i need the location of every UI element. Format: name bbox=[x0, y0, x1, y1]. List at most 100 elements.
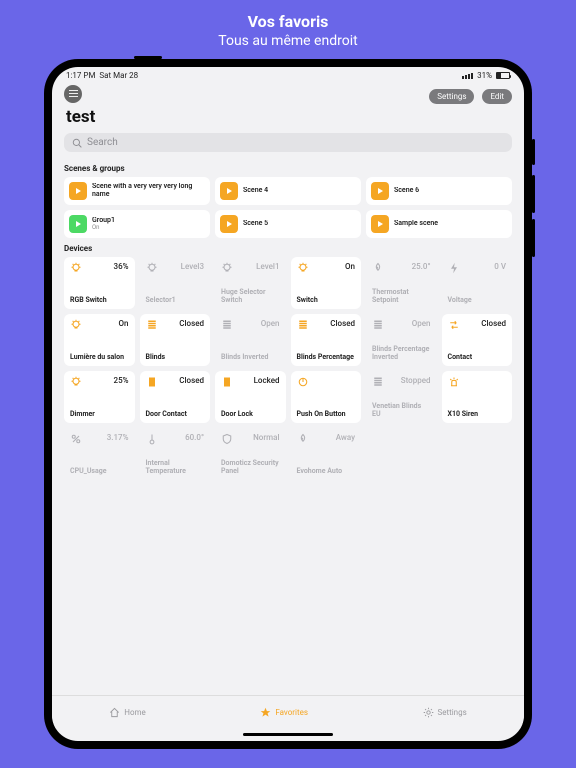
device-card[interactable]: 25.0° Thermostat Setpoint bbox=[366, 257, 437, 309]
scene-name: Scene 4 bbox=[243, 187, 268, 195]
device-card[interactable]: Locked Door Lock bbox=[215, 371, 286, 423]
tablet-frame: 1:17 PM Sat Mar 28 31% Settings Edit tes… bbox=[44, 59, 532, 749]
scene-name: Scene 6 bbox=[394, 187, 419, 195]
device-card[interactable]: Closed Contact bbox=[442, 314, 513, 366]
settings-button[interactable]: Settings bbox=[429, 89, 474, 104]
device-card[interactable]: Open Blinds Inverted bbox=[215, 314, 286, 366]
swap-icon bbox=[448, 319, 460, 331]
home-icon bbox=[109, 707, 120, 718]
scene-card[interactable]: Scene 4 bbox=[215, 177, 361, 205]
scene-card[interactable]: Sample scene bbox=[366, 210, 512, 238]
device-value: On bbox=[119, 319, 129, 328]
tab-bar: Home Favorites Settings bbox=[52, 695, 524, 729]
scene-card[interactable]: Scene 5 bbox=[215, 210, 361, 238]
device-name: X10 Siren bbox=[448, 410, 507, 418]
device-value: 0 V bbox=[494, 262, 506, 271]
device-name: Door Contact bbox=[146, 410, 205, 418]
scene-icon bbox=[220, 182, 238, 200]
device-value: 3.17% bbox=[107, 433, 129, 442]
device-card[interactable]: Away Evohome Auto bbox=[291, 428, 362, 480]
tab-favorites-label: Favorites bbox=[275, 708, 308, 717]
bulb-icon bbox=[70, 319, 82, 331]
blinds-icon bbox=[372, 376, 384, 388]
device-card[interactable]: 0 V Voltage bbox=[442, 257, 513, 309]
menu-button[interactable] bbox=[64, 85, 82, 103]
tab-home[interactable]: Home bbox=[109, 707, 146, 718]
status-date: Sat Mar 28 bbox=[99, 71, 138, 80]
scene-icon bbox=[371, 182, 389, 200]
battery-icon bbox=[496, 72, 510, 79]
promo-title: Vos favoris bbox=[218, 12, 357, 31]
device-name: Selector1 bbox=[146, 296, 205, 304]
siren-icon bbox=[448, 376, 460, 388]
device-value: Away bbox=[336, 433, 355, 442]
search-placeholder: Search bbox=[87, 137, 118, 148]
bolt-icon bbox=[448, 262, 460, 274]
device-name: CPU_Usage bbox=[70, 467, 129, 475]
device-card[interactable]: Stopped Venetian Blinds EU bbox=[366, 371, 437, 423]
section-devices: Devices bbox=[64, 244, 512, 253]
device-card[interactable]: X10 Siren bbox=[442, 371, 513, 423]
device-name: Blinds Percentage bbox=[297, 353, 356, 361]
device-value: 25% bbox=[114, 376, 129, 385]
scene-name: Scene with a very very very long name bbox=[92, 183, 205, 198]
tab-favorites[interactable]: Favorites bbox=[260, 707, 308, 718]
bulb-icon bbox=[70, 262, 82, 274]
device-name: Contact bbox=[448, 353, 507, 361]
scene-card[interactable]: Scene 6 bbox=[366, 177, 512, 205]
device-value: 36% bbox=[114, 262, 129, 271]
device-card[interactable]: Open Blinds Percentage Inverted bbox=[366, 314, 437, 366]
section-scenes: Scenes & groups bbox=[64, 164, 512, 173]
device-card[interactable]: On Lumière du salon bbox=[64, 314, 135, 366]
device-name: Blinds Percentage Inverted bbox=[372, 345, 431, 361]
device-name: Huge Selector Switch bbox=[221, 288, 280, 304]
promo-subtitle: Tous au même endroit bbox=[218, 33, 357, 49]
device-name: Venetian Blinds EU bbox=[372, 402, 431, 418]
bulb-icon bbox=[70, 376, 82, 388]
home-indicator[interactable] bbox=[243, 733, 333, 736]
device-name: Blinds Inverted bbox=[221, 353, 280, 361]
device-card[interactable]: Closed Blinds Percentage bbox=[291, 314, 362, 366]
percent-icon bbox=[70, 433, 82, 445]
scene-card[interactable]: Scene with a very very very long name bbox=[64, 177, 210, 205]
device-name: Dimmer bbox=[70, 410, 129, 418]
device-card[interactable]: Normal Domoticz Security Panel bbox=[215, 428, 286, 480]
edit-button[interactable]: Edit bbox=[482, 89, 512, 104]
scene-card[interactable]: Group1On bbox=[64, 210, 210, 238]
flame-icon bbox=[297, 433, 309, 445]
gear-icon bbox=[423, 707, 434, 718]
device-value: Closed bbox=[330, 319, 355, 328]
device-card[interactable]: 25% Dimmer bbox=[64, 371, 135, 423]
blinds-icon bbox=[146, 319, 158, 331]
search-input[interactable]: Search bbox=[64, 133, 512, 152]
device-name: RGB Switch bbox=[70, 296, 129, 304]
scene-sub: On bbox=[92, 225, 115, 232]
door-icon bbox=[146, 376, 158, 388]
battery-pct: 31% bbox=[477, 71, 492, 80]
device-card[interactable]: Closed Door Contact bbox=[140, 371, 211, 423]
status-bar: 1:17 PM Sat Mar 28 31% bbox=[52, 67, 524, 82]
device-card[interactable]: Level1 Huge Selector Switch bbox=[215, 257, 286, 309]
device-value: Level3 bbox=[181, 262, 204, 271]
tab-settings[interactable]: Settings bbox=[423, 707, 467, 718]
search-icon bbox=[72, 138, 82, 148]
wifi-icon bbox=[462, 73, 473, 79]
tab-home-label: Home bbox=[124, 708, 146, 717]
status-time: 1:17 PM bbox=[66, 71, 95, 80]
device-card[interactable]: Closed Blinds bbox=[140, 314, 211, 366]
device-card[interactable]: Level3 Selector1 bbox=[140, 257, 211, 309]
device-value: On bbox=[345, 262, 355, 271]
device-value: Closed bbox=[179, 376, 204, 385]
device-card[interactable]: Push On Button bbox=[291, 371, 362, 423]
device-card[interactable]: 36% RGB Switch bbox=[64, 257, 135, 309]
device-value: Locked bbox=[254, 376, 280, 385]
device-value: 25.0° bbox=[412, 262, 431, 271]
device-name: Blinds bbox=[146, 353, 205, 361]
blinds-icon bbox=[297, 319, 309, 331]
bulb-icon bbox=[297, 262, 309, 274]
device-card[interactable]: On Switch bbox=[291, 257, 362, 309]
device-card[interactable]: 3.17% CPU_Usage bbox=[64, 428, 135, 480]
scene-icon bbox=[371, 215, 389, 233]
device-card[interactable]: 60.0° Internal Temperature bbox=[140, 428, 211, 480]
page-title: test bbox=[52, 103, 524, 133]
